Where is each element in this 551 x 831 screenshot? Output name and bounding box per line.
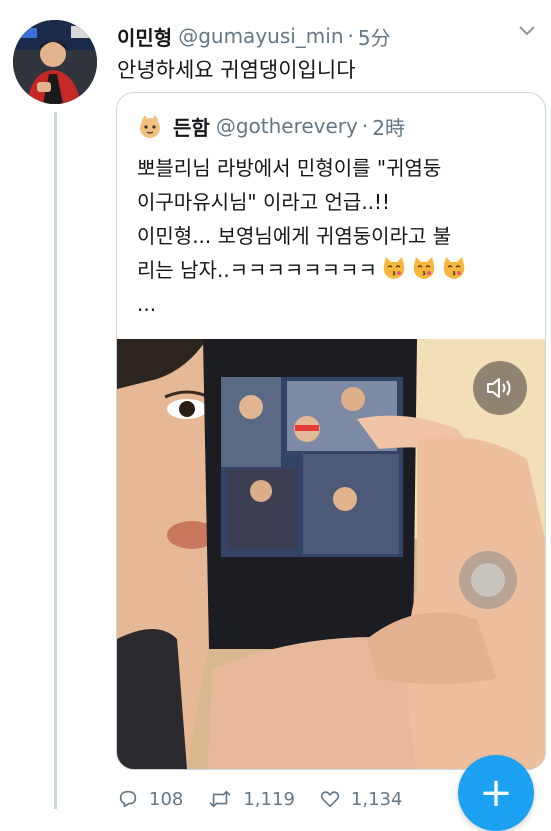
reply-button[interactable]: 108 [117, 788, 183, 810]
quoted-header: 든함 @gotherevery · 2時 [135, 111, 405, 141]
tweet-actions: 108 1,119 1,134 [117, 788, 426, 810]
author-handle[interactable]: @gumayusi_min [178, 24, 343, 48]
like-button[interactable]: 1,134 [319, 788, 403, 810]
avatar[interactable] [13, 20, 97, 104]
retweet-icon [209, 790, 232, 808]
reply-count: 108 [149, 788, 184, 810]
like-count: 1,134 [350, 788, 403, 810]
reply-icon [119, 790, 137, 808]
author-name[interactable]: 이민형 [117, 22, 172, 51]
speaker-icon [487, 378, 511, 398]
heart-icon [320, 791, 340, 808]
thread-line [54, 112, 57, 809]
quoted-text: 뽀블리님 라방에서 민형이를 "귀염둥 이구마유시님" 이라고 언급..!! 이… [137, 151, 537, 321]
quoted-text-line: 이구마유시님" 이라고 언급..!! [137, 190, 391, 214]
retweet-button[interactable]: 1,119 [207, 788, 295, 810]
volume-button[interactable] [473, 361, 527, 415]
quoted-text-line: 이민형... 보영님에게 귀염둥이라고 불 [137, 224, 452, 248]
assistive-touch-button[interactable] [459, 551, 517, 609]
quoted-text-line: 리는 남자..ㅋㅋㅋㅋㅋㅋㅋㅋ [137, 253, 537, 287]
video-player[interactable] [117, 339, 545, 769]
tweet-time[interactable]: 5分 [358, 22, 391, 51]
tweet-text: 안녕하세요 귀염댕이입니다 [117, 58, 356, 82]
quoted-avatar [135, 111, 165, 141]
retweet-count: 1,119 [243, 788, 295, 810]
tweet-header: 이민형 @gumayusi_min · 5分 [117, 20, 541, 52]
assistive-touch-inner [471, 563, 505, 597]
compose-button[interactable]: + [458, 755, 534, 831]
quoted-text-line: ... [137, 292, 157, 316]
quoted-author-name: 든함 [173, 115, 210, 140]
emoji-row [377, 257, 467, 282]
quoted-time: 2時 [372, 115, 405, 140]
quoted-tweet[interactable]: 든함 @gotherevery · 2時 뽀블리님 라방에서 민형이를 "귀염둥… [116, 92, 546, 770]
kissing-cat-emoji-icon [413, 257, 435, 279]
quoted-author-handle: @gotherevery [215, 114, 358, 138]
separator-dot: · [347, 24, 354, 48]
quoted-text-line: 뽀블리님 라방에서 민형이를 "귀염둥 [137, 156, 442, 180]
quoted-separator-dot: · [361, 114, 369, 138]
kissing-cat-emoji-icon [443, 257, 465, 279]
quoted-text-segment: 리는 남자..ㅋㅋㅋㅋㅋㅋㅋㅋ [137, 258, 377, 282]
compose-icon: + [479, 770, 513, 816]
chevron-down-icon[interactable] [519, 26, 535, 36]
kissing-cat-emoji-icon [383, 257, 405, 279]
